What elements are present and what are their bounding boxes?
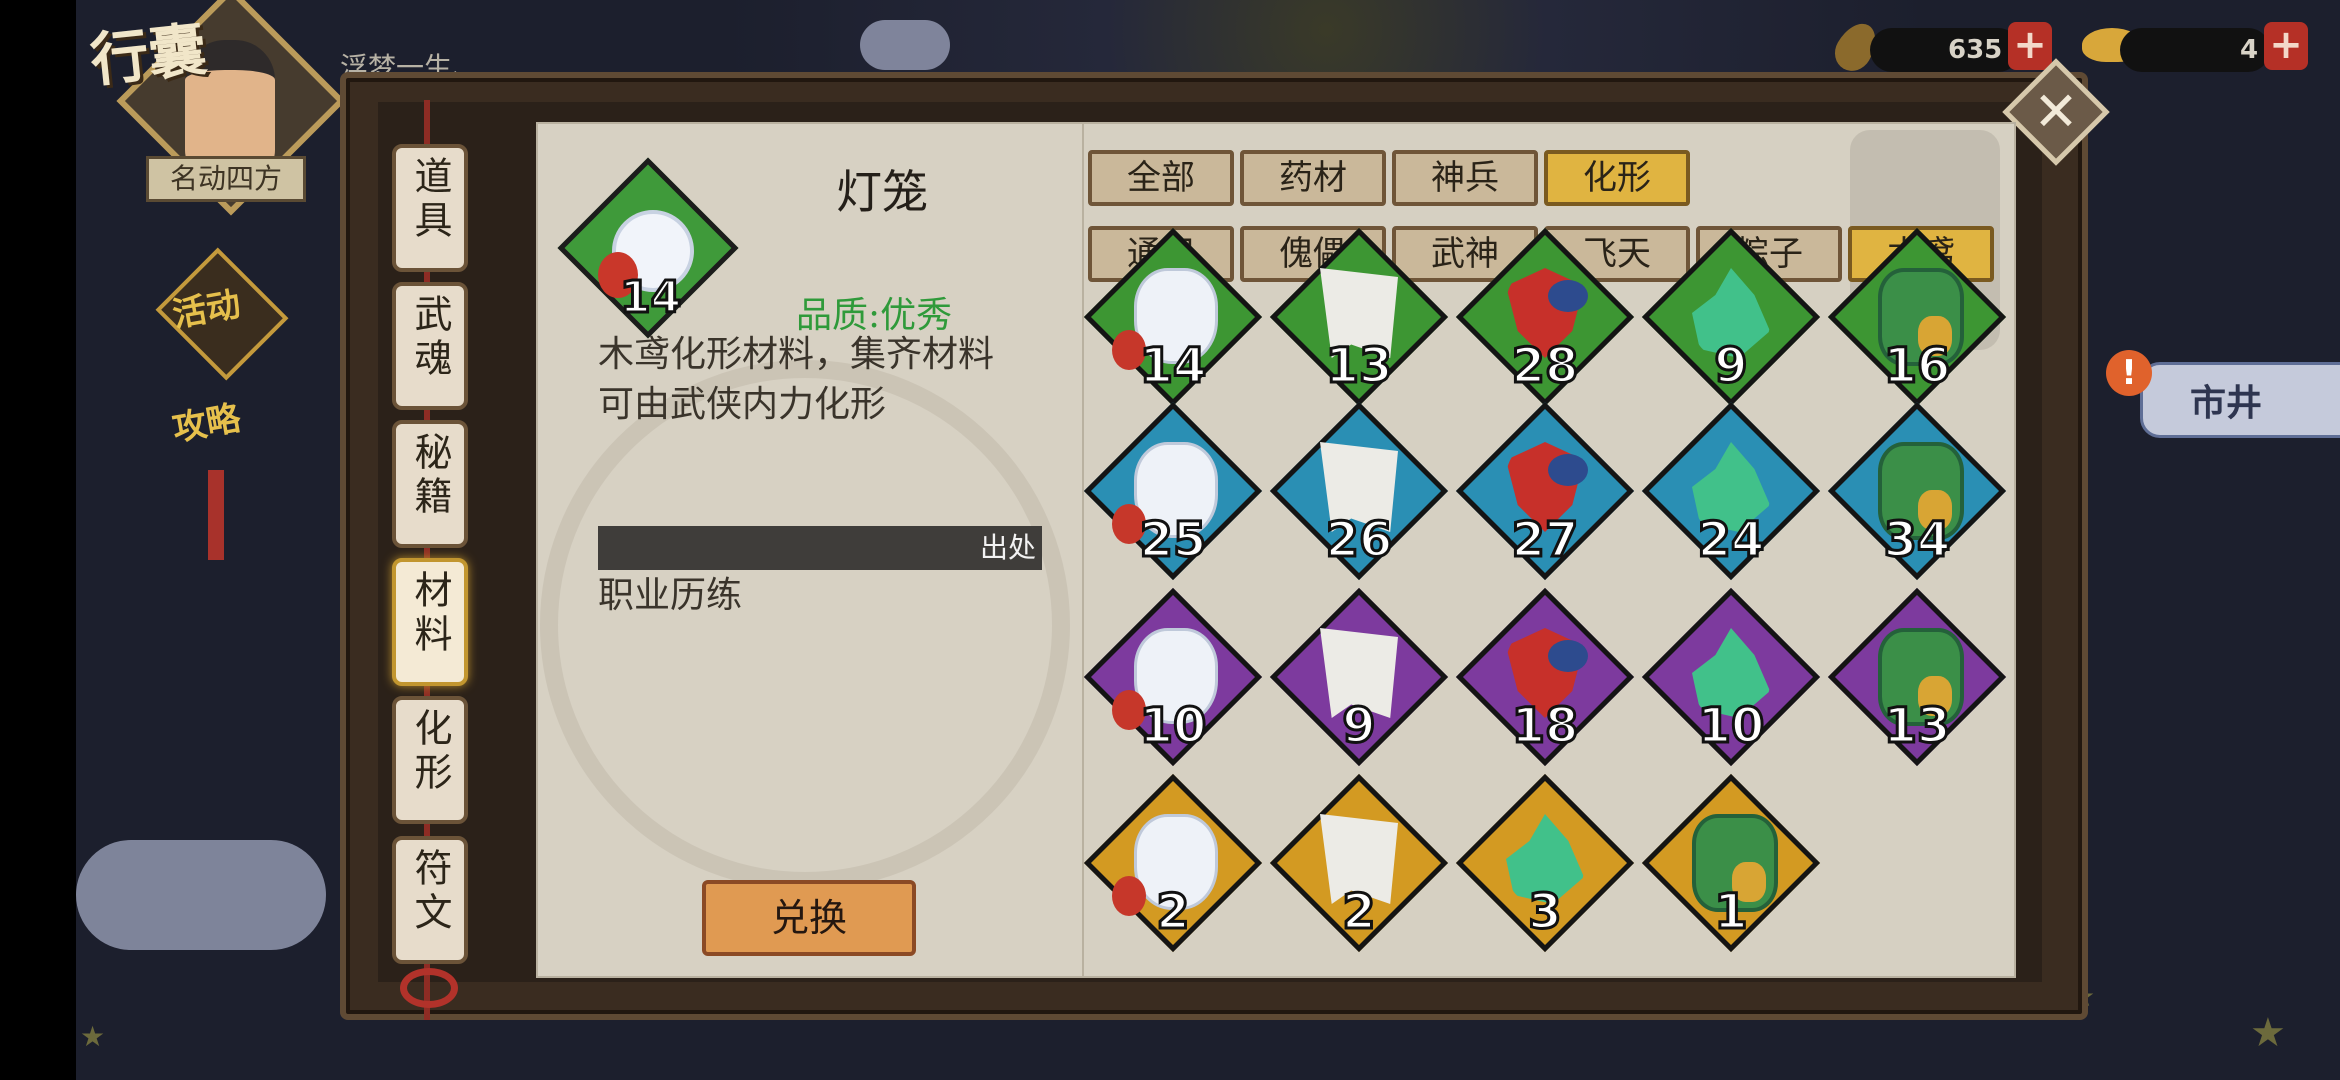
close-icon[interactable]: ✕ bbox=[2018, 74, 2094, 150]
page-watermark bbox=[540, 360, 1070, 890]
item-name: 灯笼 bbox=[836, 165, 928, 219]
star-decoration: ★ bbox=[2250, 1010, 2286, 1056]
tab-4[interactable]: 化形 bbox=[392, 696, 468, 824]
item-count: 14 bbox=[1138, 337, 1208, 396]
tab-label: 道具 bbox=[408, 156, 452, 244]
item-slot[interactable]: 24 bbox=[1640, 400, 1822, 582]
item-count: 24 bbox=[1696, 511, 1766, 570]
item-slot[interactable]: 27 bbox=[1454, 400, 1636, 582]
item-slot[interactable]: 2 bbox=[1082, 772, 1264, 954]
star-decoration: ★ bbox=[80, 1020, 106, 1053]
tab-label: 材料 bbox=[408, 570, 452, 658]
kite-wing-icon bbox=[1548, 454, 1588, 486]
add-ingot-button[interactable]: + bbox=[2264, 22, 2308, 70]
player-title-badge: 名动四方 bbox=[146, 156, 306, 202]
item-slot[interactable]: 18 bbox=[1454, 586, 1636, 768]
knot-decoration bbox=[400, 968, 458, 1008]
item-slot[interactable]: 1 bbox=[1640, 772, 1822, 954]
item-slot[interactable]: 10 bbox=[1640, 586, 1822, 768]
cloud-decoration bbox=[76, 840, 326, 950]
item-count: 26 bbox=[1324, 511, 1394, 570]
item-slot[interactable]: 13 bbox=[1826, 586, 2008, 768]
item-count: 16 bbox=[1882, 337, 1952, 396]
item-slot[interactable]: 28 bbox=[1454, 226, 1636, 408]
source-header-bar bbox=[598, 526, 1042, 570]
leaf-currency-value: 635 bbox=[1948, 35, 2003, 65]
tab-2[interactable]: 秘籍 bbox=[392, 420, 468, 548]
item-count: 13 bbox=[1324, 337, 1394, 396]
item-count: 25 bbox=[1138, 511, 1208, 570]
add-leaf-button[interactable]: + bbox=[2008, 22, 2052, 70]
item-slot[interactable]: 2 bbox=[1268, 772, 1450, 954]
kite-wing-icon bbox=[1548, 280, 1588, 312]
tassel-decoration bbox=[208, 470, 224, 560]
item-slot[interactable]: 9 bbox=[1268, 586, 1450, 768]
cloud-decoration bbox=[860, 20, 950, 70]
item-count: 9 bbox=[1341, 697, 1377, 756]
item-slot[interactable]: 14 bbox=[1082, 226, 1264, 408]
tab-5[interactable]: 符文 bbox=[392, 836, 468, 964]
item-count: 10 bbox=[1138, 697, 1208, 756]
item-slot[interactable]: 10 bbox=[1082, 586, 1264, 768]
tab-label: 化形 bbox=[408, 708, 452, 796]
tab-3[interactable]: 材料 bbox=[392, 558, 468, 686]
selected-item-count: 14 bbox=[618, 271, 682, 325]
item-slot[interactable]: 3 bbox=[1454, 772, 1636, 954]
item-slot[interactable]: 25 bbox=[1082, 400, 1264, 582]
kite-wing-icon bbox=[1548, 640, 1588, 672]
tab-label: 秘籍 bbox=[408, 432, 452, 520]
page-title: 行囊 bbox=[87, 15, 210, 95]
filter-category-2[interactable]: 神兵 bbox=[1392, 150, 1538, 206]
item-slot[interactable]: 34 bbox=[1826, 400, 2008, 582]
tab-1[interactable]: 武魂 bbox=[392, 282, 468, 410]
item-count: 13 bbox=[1882, 697, 1952, 756]
item-count: 2 bbox=[1155, 883, 1191, 942]
filter-category-1[interactable]: 药材 bbox=[1240, 150, 1386, 206]
item-count: 1 bbox=[1713, 883, 1749, 942]
ingot-currency-value: 4 bbox=[2240, 35, 2259, 65]
item-count: 18 bbox=[1510, 697, 1580, 756]
item-count: 34 bbox=[1882, 511, 1952, 570]
market-label[interactable]: 市井 bbox=[2190, 374, 2262, 426]
exchange-button[interactable]: 兑换 bbox=[702, 880, 916, 956]
item-count: 10 bbox=[1696, 697, 1766, 756]
tab-0[interactable]: 道具 bbox=[392, 144, 468, 272]
tab-label: 符文 bbox=[408, 848, 452, 936]
screen-edge bbox=[0, 0, 76, 1080]
tab-label: 武魂 bbox=[408, 294, 452, 382]
source-label: 出处 bbox=[980, 531, 1037, 564]
filter-category-0[interactable]: 全部 bbox=[1088, 150, 1234, 206]
item-slot[interactable]: 13 bbox=[1268, 226, 1450, 408]
item-count: 3 bbox=[1527, 883, 1563, 942]
item-slot[interactable]: 9 bbox=[1640, 226, 1822, 408]
item-count: 2 bbox=[1341, 883, 1377, 942]
source-text: 职业历练 bbox=[598, 575, 743, 616]
item-description: 木鸢化形材料，集齐材料可由武侠内力化形 bbox=[598, 334, 995, 425]
item-slot[interactable]: 26 bbox=[1268, 400, 1450, 582]
filter-category-3[interactable]: 化形 bbox=[1544, 150, 1690, 206]
item-count: 28 bbox=[1510, 337, 1580, 396]
item-slot[interactable]: 16 bbox=[1826, 226, 2008, 408]
item-count: 9 bbox=[1713, 337, 1749, 396]
item-count: 27 bbox=[1510, 511, 1580, 570]
alert-icon: ! bbox=[2106, 350, 2152, 396]
